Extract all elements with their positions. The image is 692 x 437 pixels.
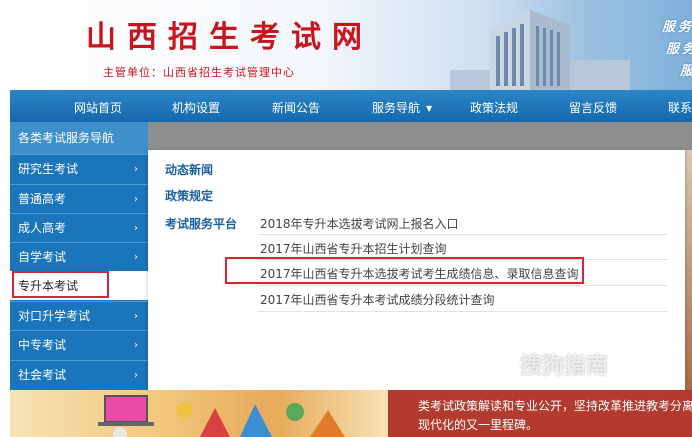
nav-contact[interactable]: 联系: [668, 99, 692, 116]
watermark-logo: 搜狗指南: [520, 354, 609, 379]
divider: [258, 234, 668, 235]
site-subtitle: 主管单位：山西省招生考试管理中心: [103, 66, 295, 79]
sidebar-item-graduate[interactable]: 研究生考试 ›: [10, 154, 148, 183]
nav-policy[interactable]: 政策法规: [470, 99, 518, 116]
category-news[interactable]: 动态新闻: [165, 161, 213, 178]
sidebar-item-gaokao[interactable]: 普通高考 ›: [10, 184, 148, 213]
nav-organization[interactable]: 机构设置: [172, 99, 220, 116]
sidebar-item-vocational-admission[interactable]: 对口升学考试 ›: [10, 301, 148, 330]
slogan-line-1: 服务考: [661, 20, 692, 35]
category-service-platform[interactable]: 考试服务平台: [165, 215, 237, 232]
slogan-line-3: 服: [680, 60, 692, 79]
chevron-right-icon: ›: [134, 164, 138, 175]
sidebar-item-label: 对口升学考试: [18, 309, 91, 323]
chevron-right-icon: ›: [134, 311, 138, 322]
site-header: 山西招生考试网 主管单位：山西省招生考试管理中心 服务考 服务 服: [0, 0, 692, 90]
sidebar-item-label: 成人高考: [18, 221, 67, 235]
sidebar-item-social[interactable]: 社会考试 ›: [10, 360, 148, 389]
sidebar-item-label: 中专考试: [18, 338, 67, 352]
divider: [258, 285, 668, 286]
link-registration[interactable]: 2018年专升本选拔考试网上报名入口: [260, 215, 459, 232]
sidebar-item-self-study[interactable]: 自学考试 ›: [10, 242, 148, 271]
banner-illustration: [98, 395, 345, 437]
nav-news[interactable]: 新闻公告: [272, 99, 320, 116]
sidebar-item-label: 研究生考试: [18, 162, 79, 176]
chevron-right-icon: ›: [134, 252, 138, 263]
chevron-right-icon: ›: [134, 370, 138, 381]
news-text-line-2: 现代化的又一里程碑。: [418, 418, 539, 432]
divider: [258, 311, 668, 312]
chevron-right-icon: ›: [134, 340, 138, 351]
chevron-down-icon: ▼: [426, 104, 433, 113]
sidebar-item-secondary[interactable]: 中专考试 ›: [10, 330, 148, 359]
chevron-right-icon: ›: [134, 223, 138, 234]
nav-service-guide[interactable]: 服务导航 ▼: [372, 99, 432, 116]
building-illustration: [450, 10, 630, 90]
highlight-box-sidebar: [12, 271, 109, 298]
nav-service-guide-label: 服务导航: [372, 101, 421, 115]
sidebar-item-label: 社会考试: [18, 368, 67, 382]
chevron-right-icon: ›: [134, 194, 138, 205]
highlight-box-link: [225, 257, 584, 284]
sidebar-item-label: 普通高考: [18, 192, 67, 206]
slogan-line-2: 服务: [665, 42, 692, 57]
sidebar-item-label: 自学考试: [18, 250, 67, 264]
watermark-url: ZHINAN.SOGOU.COM: [548, 378, 649, 387]
content-backdrop: [148, 122, 692, 150]
sidebar-item-adult[interactable]: 成人高考 ›: [10, 213, 148, 242]
link-enrollment-plan[interactable]: 2017年山西省专升本招生计划查询: [260, 240, 447, 257]
sidebar-header: 各类考试服务导航: [10, 122, 148, 154]
nav-feedback[interactable]: 留言反馈: [569, 99, 617, 116]
news-text-line-1: 类考试政策解读和专业公开，坚持改革推进教考分离: [418, 399, 692, 413]
nav-home[interactable]: 网站首页: [74, 99, 122, 116]
promo-banner: [10, 390, 388, 437]
content-image-strip: [685, 150, 692, 390]
category-policy[interactable]: 政策规定: [165, 187, 213, 204]
main-nav: 网站首页 机构设置 新闻公告 服务导航 ▼ 政策法规 留言反馈 联系: [10, 90, 692, 122]
link-score-distribution[interactable]: 2017年山西省专升本考试成绩分段统计查询: [260, 291, 495, 308]
site-title[interactable]: 山西招生考试网: [86, 12, 373, 56]
